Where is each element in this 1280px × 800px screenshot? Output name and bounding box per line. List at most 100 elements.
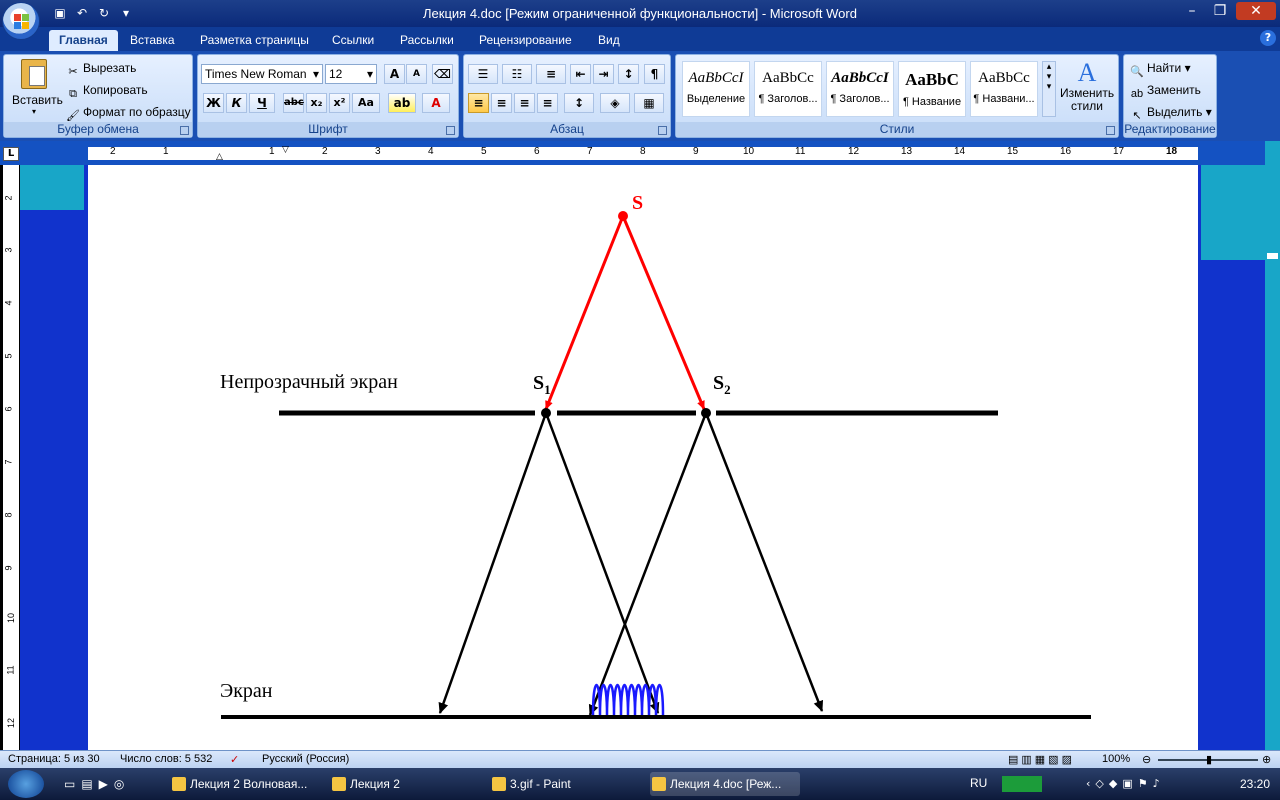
vertical-ruler[interactable]: 2 3 4 5 6 7 8 9 10 11 12 — [3, 165, 19, 750]
strikethrough-button[interactable]: abc — [283, 93, 304, 113]
paragraph-launcher-icon[interactable] — [658, 126, 667, 135]
clock[interactable]: 23:20 — [1240, 777, 1270, 791]
align-right-icon[interactable]: ≡ — [514, 93, 535, 113]
borders-icon[interactable]: ▦ — [634, 93, 664, 113]
style-title[interactable]: AaBbC ¶ Название — [898, 61, 966, 117]
indent-marker-icon[interactable]: ▽ — [282, 145, 289, 155]
tray-icons[interactable]: ‹◇◆▣⚑♪ — [1086, 777, 1165, 790]
superscript-button[interactable]: x² — [329, 93, 350, 113]
spellcheck-icon[interactable]: ✓ — [230, 753, 239, 766]
status-bar: Страница: 5 из 30 Число слов: 5 532 ✓ Ру… — [0, 750, 1280, 768]
taskbar-item-lecture4[interactable]: Лекция 4.doc [Реж... — [650, 772, 800, 796]
clear-format-icon[interactable]: ⌫ — [432, 64, 453, 84]
align-center-icon[interactable]: ≡ — [491, 93, 512, 113]
styles-scroll[interactable]: ▴ ▾ ▾ — [1042, 61, 1056, 117]
show-marks-icon[interactable]: ¶ — [644, 64, 665, 84]
help-icon[interactable]: ? — [1260, 30, 1276, 46]
taskbar-item-lecture2-wave[interactable]: Лекция 2 Волновая... — [170, 772, 322, 796]
zoom-slider-thumb[interactable]: ▮ — [1206, 753, 1212, 766]
tab-home[interactable]: Главная — [49, 30, 118, 51]
zoom-level[interactable]: 100% — [1102, 753, 1130, 765]
tab-insert[interactable]: Вставка — [120, 30, 185, 51]
sort-icon[interactable]: ↕ — [618, 64, 639, 84]
font-size-select[interactable]: 12 ▾ — [325, 64, 377, 84]
language-indicator[interactable]: Русский (Россия) — [262, 753, 349, 765]
grow-font-button[interactable]: A — [384, 64, 405, 84]
binoculars-icon: 🔍 — [1130, 66, 1144, 78]
change-styles-button[interactable]: A Изменить стили — [1060, 59, 1114, 113]
copy-button[interactable]: ⧉ Копировать — [66, 83, 148, 101]
scroll-thumb[interactable] — [1267, 253, 1278, 259]
tab-selector[interactable]: L — [3, 147, 19, 161]
editing-group-label: Редактирование — [1124, 122, 1216, 137]
shrink-font-button[interactable]: A — [406, 64, 427, 84]
numbering-icon[interactable]: ☷ — [502, 64, 532, 84]
maximize-button[interactable]: ❐ — [1208, 2, 1232, 20]
select-button[interactable]: ↖ Выделить ▾ — [1130, 105, 1211, 123]
clipboard-launcher-icon[interactable] — [180, 126, 189, 135]
align-left-icon[interactable]: ≡ — [468, 93, 489, 113]
tab-view[interactable]: Вид — [588, 30, 630, 51]
start-button[interactable] — [8, 770, 44, 798]
font-size-value: 12 — [329, 67, 343, 81]
tab-references[interactable]: Ссылки — [322, 30, 384, 51]
format-painter-button[interactable]: 🖌 Формат по образцу — [66, 105, 191, 123]
shading-icon[interactable]: ◈ — [600, 93, 630, 113]
left-indent-icon[interactable]: △ — [216, 152, 223, 162]
paste-button[interactable]: Вставить ▾ — [12, 59, 63, 117]
underline-button[interactable]: Ч — [249, 93, 275, 113]
slit-1-point — [541, 408, 551, 418]
multilevel-list-icon[interactable]: ≡ — [536, 64, 566, 84]
tab-page-layout[interactable]: Разметка страницы — [190, 30, 319, 51]
ribbon: Вставить ▾ ✂ Вырезать ⧉ Копировать 🖌 Формат… — [0, 51, 1280, 141]
find-button[interactable]: 🔍 Найти ▾ — [1130, 61, 1190, 79]
justify-icon[interactable]: ≡ — [537, 93, 558, 113]
font-launcher-icon[interactable] — [446, 126, 455, 135]
styles-launcher-icon[interactable] — [1106, 126, 1115, 135]
close-button[interactable]: ✕ — [1236, 2, 1276, 20]
decrease-indent-icon[interactable]: ⇤ — [570, 64, 591, 84]
vertical-scrollbar[interactable] — [1265, 141, 1280, 750]
style-heading1[interactable]: AaBbCc ¶ Заголов... — [754, 61, 822, 117]
word-count[interactable]: Число слов: 5 532 — [120, 753, 212, 765]
taskbar-item-paint[interactable]: 3.gif - Paint — [490, 772, 640, 796]
change-styles-label: Изменить стили — [1060, 86, 1115, 113]
ruler-number: 11 — [795, 146, 806, 157]
subscript-button[interactable]: x₂ — [306, 93, 327, 113]
minimize-button[interactable]: – — [1180, 2, 1204, 20]
increase-indent-icon[interactable]: ⇥ — [593, 64, 614, 84]
horizontal-ruler[interactable]: 2 1 1 2 3 4 5 6 7 8 9 10 11 12 13 14 15 … — [88, 145, 1198, 162]
zoom-in-icon[interactable]: ⊕ — [1262, 753, 1271, 766]
quick-launch-icons[interactable]: ▭▤▶◎ — [64, 777, 130, 791]
document-page[interactable]: S S1 S2 Непрозрачный экран Экран — [88, 165, 1198, 750]
style-name: Выделение — [686, 93, 746, 105]
highlight-icon[interactable]: ab — [388, 93, 416, 113]
taskbar-item-lecture2[interactable]: Лекция 2 — [330, 772, 480, 796]
zoom-out-icon[interactable]: ⊖ — [1142, 753, 1151, 766]
ruler-number: 5 — [481, 146, 487, 157]
tab-mailings[interactable]: Рассылки — [390, 30, 464, 51]
language-bar[interactable]: RU — [970, 776, 987, 790]
cut-button[interactable]: ✂ Вырезать — [66, 61, 136, 79]
line-spacing-icon[interactable]: ↕ — [564, 93, 594, 113]
office-button[interactable] — [2, 2, 40, 40]
style-heading2[interactable]: AaBbCcI ¶ Заголов... — [826, 61, 894, 117]
ruler-number: 10 — [743, 146, 755, 157]
font-name-value: Times New Roman — [205, 67, 307, 81]
slit-2-point — [701, 408, 711, 418]
replace-button[interactable]: ab Заменить — [1130, 83, 1201, 101]
view-buttons-icon[interactable]: ▤▥▦▧▨ — [1008, 753, 1075, 766]
style-emphasis[interactable]: AaBbCcI Выделение — [682, 61, 750, 117]
style-subtitle[interactable]: AaBbCc ¶ Названи... — [970, 61, 1038, 117]
page-count[interactable]: Страница: 5 из 30 — [8, 753, 100, 765]
bullets-icon[interactable]: ☰ — [468, 64, 498, 84]
ray-s2-right — [704, 412, 824, 712]
italic-button[interactable]: К — [226, 93, 247, 113]
font-name-select[interactable]: Times New Roman ▾ — [201, 64, 323, 84]
change-case-button[interactable]: Aa — [352, 93, 380, 113]
tab-review[interactable]: Рецензирование — [469, 30, 582, 51]
ruler-number: 1 — [269, 146, 275, 157]
font-color-icon[interactable]: A — [422, 93, 450, 113]
workspace-artifact — [20, 165, 84, 210]
bold-button[interactable]: Ж — [203, 93, 224, 113]
